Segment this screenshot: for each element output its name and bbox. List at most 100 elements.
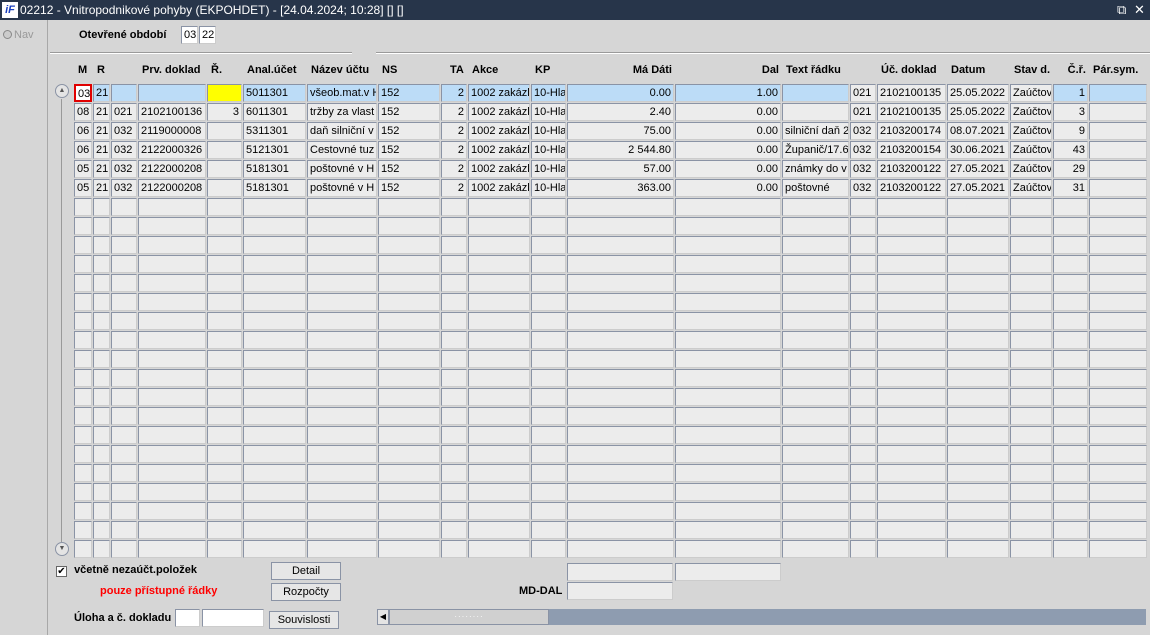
empty-cell[interactable] [850,236,876,254]
empty-cell[interactable] [877,483,946,501]
table-cell[interactable] [111,84,137,102]
table-cell[interactable]: 2102100136 [138,103,206,121]
empty-cell[interactable] [531,407,566,425]
empty-cell[interactable] [1010,350,1052,368]
table-cell[interactable]: 1.00 [675,84,781,102]
empty-cell[interactable] [675,369,781,387]
empty-cell[interactable] [243,350,306,368]
empty-cell[interactable] [1053,274,1088,292]
table-cell[interactable]: 152 [378,103,440,121]
empty-cell[interactable] [947,198,1009,216]
empty-cell[interactable] [307,312,377,330]
empty-cell[interactable] [531,521,566,539]
empty-cell[interactable] [782,540,849,558]
table-cell[interactable]: 5181301 [243,160,306,178]
close-icon[interactable]: ✕ [1134,0,1145,20]
table-cell[interactable]: 75.00 [567,122,674,140]
table-cell[interactable]: 2103200122 [877,160,946,178]
empty-cell[interactable] [307,274,377,292]
empty-cell[interactable] [850,540,876,558]
empty-cell[interactable] [468,540,530,558]
column-header[interactable]: Č.ř. [1053,64,1086,76]
empty-cell[interactable] [947,407,1009,425]
empty-cell[interactable] [74,274,92,292]
empty-cell[interactable] [947,293,1009,311]
table-cell[interactable]: 10-Hla [531,179,566,197]
table-cell[interactable] [782,103,849,121]
empty-cell[interactable] [567,426,674,444]
table-cell[interactable]: 08.07.2021 [947,122,1009,140]
table-cell[interactable] [207,84,242,102]
empty-cell[interactable] [531,274,566,292]
table-cell[interactable]: 152 [378,179,440,197]
restore-icon[interactable]: ⧉ [1117,0,1126,20]
empty-cell[interactable] [877,217,946,235]
empty-cell[interactable] [441,369,467,387]
empty-cell[interactable] [877,236,946,254]
empty-cell[interactable] [93,483,110,501]
empty-cell[interactable] [243,407,306,425]
empty-cell[interactable] [850,198,876,216]
empty-cell[interactable] [93,198,110,216]
column-header[interactable]: KP [535,64,550,76]
table-cell[interactable] [138,84,206,102]
scroll-thumb[interactable]: ········ [389,609,549,625]
table-cell[interactable]: 43 [1053,141,1088,159]
table-cell[interactable]: 032 [850,179,876,197]
empty-cell[interactable] [243,293,306,311]
table-cell[interactable]: 2 [441,179,467,197]
empty-cell[interactable] [1010,331,1052,349]
empty-cell[interactable] [567,293,674,311]
empty-cell[interactable] [93,521,110,539]
empty-cell[interactable] [531,331,566,349]
table-cell[interactable] [1089,179,1147,197]
empty-cell[interactable] [877,255,946,273]
empty-cell[interactable] [1053,312,1088,330]
table-cell[interactable]: 032 [111,141,137,159]
empty-cell[interactable] [1089,445,1147,463]
table-cell[interactable]: 3 [1053,103,1088,121]
table-cell[interactable]: 5011301 [243,84,306,102]
empty-cell[interactable] [378,217,440,235]
empty-cell[interactable] [468,445,530,463]
table-cell[interactable]: 10-Hla [531,103,566,121]
empty-cell[interactable] [307,217,377,235]
empty-cell[interactable] [567,502,674,520]
empty-cell[interactable] [468,426,530,444]
empty-cell[interactable] [138,426,206,444]
table-cell[interactable]: 2 [441,160,467,178]
empty-cell[interactable] [877,407,946,425]
empty-cell[interactable] [850,426,876,444]
period-month-input[interactable]: 03 [181,26,198,44]
empty-cell[interactable] [947,217,1009,235]
empty-cell[interactable] [1010,426,1052,444]
column-header[interactable]: Akce [472,64,498,76]
empty-cell[interactable] [138,388,206,406]
empty-cell[interactable] [441,464,467,482]
empty-cell[interactable] [138,198,206,216]
empty-cell[interactable] [111,331,137,349]
empty-cell[interactable] [111,350,137,368]
empty-cell[interactable] [1053,369,1088,387]
empty-cell[interactable] [111,407,137,425]
table-cell[interactable]: 1002 zakázl [468,84,530,102]
table-cell[interactable]: 152 [378,160,440,178]
empty-cell[interactable] [850,350,876,368]
scroll-down-icon[interactable]: ▼ [55,542,69,556]
empty-cell[interactable] [675,255,781,273]
table-cell[interactable]: 1002 zakázl [468,122,530,140]
empty-cell[interactable] [468,331,530,349]
empty-cell[interactable] [307,350,377,368]
empty-cell[interactable] [207,521,242,539]
empty-cell[interactable] [93,502,110,520]
empty-cell[interactable] [782,521,849,539]
include-unposted-checkbox[interactable]: ✔ včetně nezaúčt.položek [56,564,197,577]
empty-cell[interactable] [138,255,206,273]
empty-cell[interactable] [1053,445,1088,463]
empty-cell[interactable] [531,236,566,254]
table-cell[interactable]: silniční daň 2 [782,122,849,140]
table-cell[interactable]: všeob.mat.v H [307,84,377,102]
table-cell[interactable]: 1002 zakázl [468,160,530,178]
table-cell[interactable]: tržby za vlast [307,103,377,121]
empty-cell[interactable] [207,464,242,482]
